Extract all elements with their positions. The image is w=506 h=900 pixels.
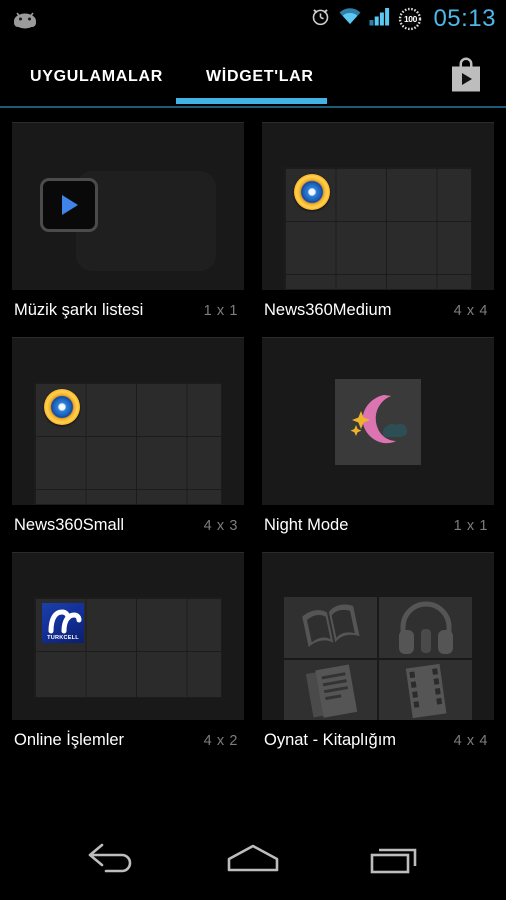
tab-widgets[interactable]: WİDGET'LAR: [204, 62, 316, 92]
widget-item-news360-small[interactable]: News360Small 4 x 3: [12, 337, 244, 552]
navigation-bar: [0, 822, 506, 900]
android-robot-icon: [12, 9, 38, 29]
battery-level-text: 100: [403, 14, 417, 24]
turkcell-wordmark: TURKCELL: [47, 635, 79, 641]
headphones-icon: [379, 597, 472, 658]
news360-circle-icon: [44, 389, 80, 425]
news360-circle-icon: [294, 174, 330, 210]
grid-preview: [34, 382, 222, 505]
widget-label-row: Night Mode 1 x 1: [262, 505, 494, 552]
widget-size: 4 x 4: [453, 303, 488, 319]
wifi-icon: [338, 7, 362, 31]
widget-label-row: Müzik şarkı listesi 1 x 1: [12, 290, 244, 337]
widget-preview[interactable]: [262, 552, 494, 720]
widget-name: Müzik şarkı listesi: [14, 301, 144, 319]
status-bar: 100 05:13: [0, 0, 506, 38]
widget-label-row: Oynat - Kitaplığım 4 x 4: [262, 720, 494, 767]
widget-item-online-islemler[interactable]: TURKCELL Online İşlemler 4 x 2: [12, 552, 244, 767]
widget-size: 1 x 1: [453, 518, 488, 534]
tab-apps[interactable]: UYGULAMALAR: [28, 62, 165, 92]
film-strip-icon: [379, 659, 472, 720]
status-bar-icons: 100 05:13: [310, 5, 496, 33]
widget-item-music-playlist[interactable]: Müzik şarkı listesi 1 x 1: [12, 122, 244, 337]
play-triangle-icon: [40, 178, 98, 232]
crescent-moon-stars-icon: [345, 389, 411, 454]
grid-preview: TURKCELL: [34, 597, 222, 698]
home-icon: [224, 842, 282, 881]
home-button[interactable]: [214, 831, 292, 891]
play-store-button[interactable]: [444, 54, 488, 98]
widget-size: 1 x 1: [203, 303, 238, 319]
widget-label-row: News360Medium 4 x 4: [262, 290, 494, 337]
widget-label-row: News360Small 4 x 3: [12, 505, 244, 552]
back-button[interactable]: [72, 831, 150, 891]
widget-name: Night Mode: [264, 516, 349, 534]
widget-item-news360-medium[interactable]: News360Medium 4 x 4: [262, 122, 494, 337]
widget-item-night-mode[interactable]: Night Mode 1 x 1: [262, 337, 494, 552]
tab-active-indicator: [176, 98, 327, 104]
widget-preview[interactable]: [12, 337, 244, 505]
night-mode-tile: [335, 378, 421, 465]
widget-name: Online İşlemler: [14, 731, 125, 749]
play-library-preview: [284, 597, 472, 720]
widget-name: News360Small: [14, 516, 125, 534]
alarm-clock-icon: [310, 6, 331, 32]
magazine-icon: [284, 659, 377, 720]
widget-size: 4 x 4: [453, 733, 488, 749]
widget-preview[interactable]: [262, 122, 494, 290]
back-icon: [84, 842, 138, 881]
widget-name: Oynat - Kitaplığım: [264, 731, 397, 749]
widget-item-play-library[interactable]: Oynat - Kitaplığım 4 x 4: [262, 552, 494, 767]
grid-preview: [284, 167, 472, 290]
recents-button[interactable]: [356, 831, 434, 891]
recents-icon: [368, 842, 422, 881]
widget-size: 4 x 3: [203, 518, 238, 534]
widget-label-row: Online İşlemler 4 x 2: [12, 720, 244, 767]
turkcell-logo-icon: TURKCELL: [42, 603, 84, 643]
status-bar-clock: 05:13: [433, 5, 496, 32]
widget-preview[interactable]: TURKCELL: [12, 552, 244, 720]
battery-circle-icon: 100: [398, 7, 422, 31]
widget-preview[interactable]: [262, 337, 494, 505]
status-bar-notifications: [12, 9, 310, 29]
widget-grid: Müzik şarkı listesi 1 x 1 News360Medium …: [0, 108, 506, 767]
widget-size: 4 x 2: [203, 733, 238, 749]
signal-bars-icon: [369, 7, 391, 31]
tab-bar: UYGULAMALAR WİDGET'LAR: [0, 38, 506, 108]
play-store-bag-icon: [447, 54, 485, 99]
open-book-icon: [284, 597, 377, 658]
tab-divider: [0, 106, 506, 108]
widget-name: News360Medium: [264, 301, 392, 319]
widget-preview[interactable]: [12, 122, 244, 290]
